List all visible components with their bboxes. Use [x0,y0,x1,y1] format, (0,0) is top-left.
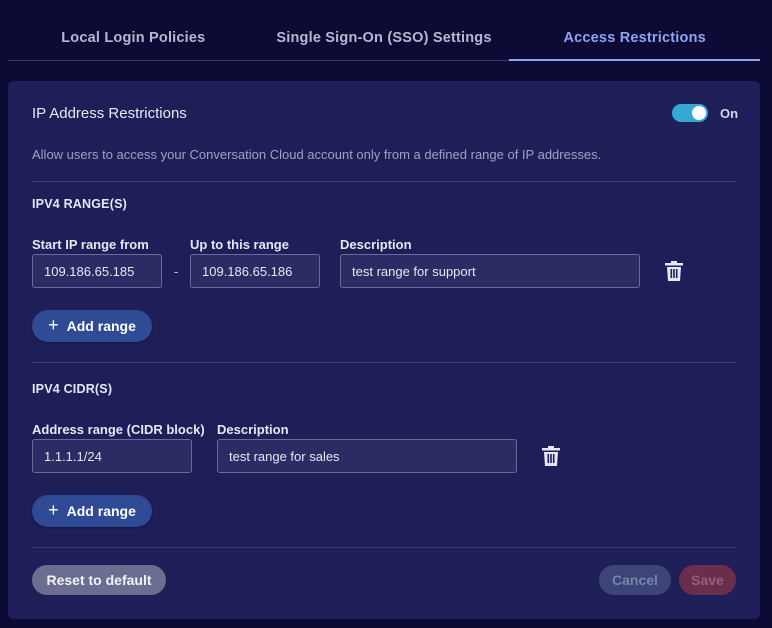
ip-restrictions-card: IP Address Restrictions On Allow users t… [8,81,760,619]
cancel-button[interactable]: Cancel [599,565,671,595]
card-title: IP Address Restrictions [32,105,187,122]
tab-access-restrictions[interactable]: Access Restrictions [509,14,761,61]
add-range-label: Add range [66,318,136,334]
cidr-input[interactable] [32,439,192,473]
range-separator: - [174,264,179,279]
start-ip-label: Start IP range from [32,237,149,252]
ip-restrictions-toggle-group: On [672,104,738,122]
cidr-label: Address range (CIDR block) [32,422,205,437]
plus-icon: + [48,314,59,335]
toggle-label: On [720,105,739,121]
divider [32,362,736,363]
delete-range-trash-icon[interactable] [665,261,683,281]
range-description-input[interactable] [340,254,640,288]
range-description-label: Description [340,237,412,252]
divider [32,181,736,182]
add-range-label: Add range [66,503,136,519]
start-ip-input[interactable] [32,254,162,288]
tab-local-login-policies[interactable]: Local Login Policies [8,14,259,60]
add-cidr-range-button[interactable]: + Add range [32,495,152,527]
ipv4-range-section-title: IPV4 RANGE(S) [32,197,127,211]
toggle-knob [692,106,706,120]
cidr-description-input[interactable] [217,439,517,473]
end-ip-label: Up to this range [190,237,289,252]
divider [32,547,736,548]
ipv4-cidr-section-title: IPV4 CIDR(S) [32,382,113,396]
tab-sso-settings[interactable]: Single Sign-On (SSO) Settings [259,14,510,60]
card-description: Allow users to access your Conversation … [32,147,602,162]
settings-tabs: Local Login Policies Single Sign-On (SSO… [8,14,761,61]
plus-icon: + [48,499,59,520]
end-ip-input[interactable] [190,254,320,288]
cidr-description-label: Description [217,422,289,437]
add-ipv4-range-button[interactable]: + Add range [32,310,152,342]
reset-to-default-button[interactable]: Reset to default [32,565,166,595]
delete-cidr-trash-icon[interactable] [542,446,560,466]
save-button[interactable]: Save [679,565,736,595]
ip-restrictions-toggle[interactable] [672,104,708,122]
